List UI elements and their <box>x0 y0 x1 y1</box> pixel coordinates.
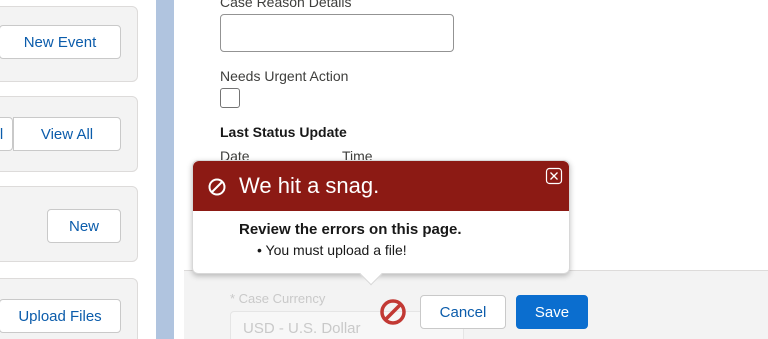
error-popover-body: Review the errors on this page. You must… <box>239 221 549 258</box>
save-label: Save <box>534 303 570 321</box>
related-list-panel: New Event l View All New Upload Files <box>0 0 160 339</box>
case-reason-details-input[interactable] <box>220 14 454 52</box>
cancel-button[interactable]: Cancel <box>420 295 506 329</box>
save-button[interactable]: Save <box>516 295 588 329</box>
upload-files-button[interactable]: Upload Files <box>0 299 121 333</box>
panel-divider <box>156 0 174 339</box>
upload-files-label: Upload Files <box>18 307 102 325</box>
error-list-item: You must upload a file! <box>257 242 549 258</box>
error-popover-header: We hit a snag. <box>193 161 569 211</box>
new-button[interactable]: New <box>47 209 121 243</box>
close-icon[interactable] <box>545 167 563 185</box>
error-list: You must upload a file! <box>239 242 549 258</box>
form-footer: * Case Currency USD - U.S. Dollar Cancel… <box>184 270 768 339</box>
events-card: New Event <box>0 6 138 82</box>
new-event-label: New Event <box>23 33 97 51</box>
error-icon <box>208 178 226 196</box>
partial-button-label: l <box>0 125 4 143</box>
case-currency-label: * Case Currency <box>230 291 326 306</box>
error-popover-title: We hit a snag. <box>239 173 380 198</box>
notes-card: New <box>0 186 138 262</box>
needs-urgent-action-label: Needs Urgent Action <box>220 68 349 84</box>
case-reason-details-label: Case Reason Details <box>220 0 352 10</box>
partial-button[interactable]: l <box>0 117 13 151</box>
error-indicator-icon[interactable] <box>378 297 408 327</box>
error-popover: We hit a snag. Review the errors on this… <box>192 160 570 286</box>
view-all-label: View All <box>40 125 94 143</box>
files-card: Upload Files <box>0 278 138 339</box>
last-status-update-title: Last Status Update <box>220 124 347 140</box>
cancel-label: Cancel <box>439 303 487 321</box>
new-event-button[interactable]: New Event <box>0 25 121 59</box>
error-popover-heading: Review the errors on this page. <box>239 221 462 238</box>
history-card: l View All <box>0 96 138 172</box>
new-label: New <box>68 217 99 235</box>
view-all-button[interactable]: View All <box>13 117 121 151</box>
needs-urgent-action-checkbox[interactable] <box>220 88 240 108</box>
